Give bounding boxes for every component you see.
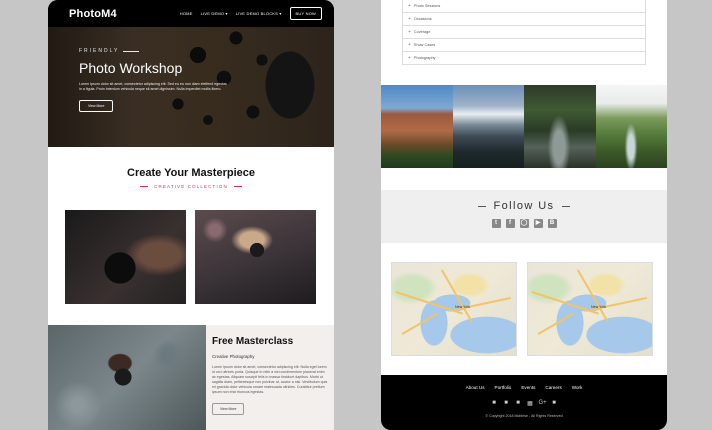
footer-link-work[interactable]: Work <box>572 385 583 390</box>
masterclass-section: Free Masterclass Creative Photography Lo… <box>48 325 334 430</box>
landscape-gallery <box>381 85 667 168</box>
accordion-list: + Photo Sessions + Occasions + Coverage + Sh… <box>402 0 646 65</box>
map-city-label: New York <box>591 305 607 309</box>
hero-text: Lorem ipsum dolor sit amet, consectetur … <box>79 82 227 91</box>
plus-icon: + <box>408 3 411 9</box>
list-item[interactable]: + Coverage <box>403 26 645 39</box>
landscape-red-rocks[interactable] <box>381 85 453 168</box>
list-item[interactable]: + Occasions <box>403 13 645 26</box>
footer: About Us Portfolio Events Careers Work ■… <box>381 375 667 430</box>
landscape-snowy-mountains[interactable] <box>452 85 524 168</box>
twitter-icon[interactable]: ■ <box>491 400 498 407</box>
footer-link-about-us[interactable]: About Us <box>466 385 485 390</box>
google-plus-icon[interactable]: G+ <box>539 400 547 407</box>
site-logo[interactable]: PhotoM4 <box>69 8 117 20</box>
hero-view-more-button[interactable]: View More <box>79 100 114 112</box>
behance-icon[interactable]: ■ <box>551 400 558 407</box>
hero-section: PhotoM4 HOME LIVE DEMO ▾ LIVE DEMO BLOCK… <box>48 0 334 147</box>
youtube-icon[interactable]: ▶ <box>533 219 543 228</box>
page-preview-right: + Photo Sessions + Occasions + Coverage + Sh… <box>381 0 667 430</box>
nav-link-live-demo-blocks[interactable]: LIVE DEMO BLOCKS ▾ <box>236 11 282 16</box>
nav-link-live-demo[interactable]: LIVE DEMO ▾ <box>201 11 228 16</box>
masterclass-image <box>48 325 206 430</box>
map-new-york[interactable]: New York <box>391 262 517 356</box>
buy-now-button[interactable]: BUY NOW <box>289 7 322 20</box>
nav-links: HOME LIVE DEMO ▾ LIVE DEMO BLOCKS ▾ BUY … <box>180 7 322 20</box>
footer-social-icons: ■ ■ ■ ▦ G+ ■ <box>381 400 667 407</box>
section-title: Create Your Masterpiece <box>127 167 255 179</box>
hero-eyebrow: FRIENDLY <box>79 48 229 54</box>
list-item[interactable]: + Show Cases <box>403 39 645 52</box>
copyright-text: © Copyright 2018 Mobirise - All Rights R… <box>485 414 563 418</box>
instagram-icon[interactable]: ◯ <box>519 219 529 228</box>
nav-link-home[interactable]: HOME <box>180 11 193 16</box>
map-city-label: New York <box>455 305 471 309</box>
footer-link-careers[interactable]: Careers <box>545 385 561 390</box>
facebook-icon[interactable]: ■ <box>503 400 510 407</box>
photo-photographer[interactable] <box>195 210 316 304</box>
list-item[interactable]: + Photo Sessions <box>403 0 645 13</box>
hero-copy: FRIENDLY Photo Workshop Lorem ipsum dolo… <box>79 48 229 112</box>
behance-icon[interactable]: B <box>547 219 557 228</box>
page-preview-left: PhotoM4 HOME LIVE DEMO ▾ LIVE DEMO BLOCK… <box>48 0 334 430</box>
plus-icon: + <box>408 42 411 48</box>
landscape-forest-bridge[interactable] <box>524 85 596 168</box>
twitter-icon[interactable]: t <box>491 219 501 228</box>
masterclass-title: Free Masterclass <box>212 336 294 347</box>
plus-icon: + <box>408 29 411 35</box>
follow-us-title: Follow Us <box>381 200 667 212</box>
gallery-photos <box>48 189 334 304</box>
youtube-icon[interactable]: ■ <box>515 400 522 407</box>
instagram-icon[interactable]: ▦ <box>527 400 534 407</box>
plus-icon: + <box>408 16 411 22</box>
follow-us-section: Follow Us t f ◯ ▶ B <box>381 190 667 243</box>
masterclass-subtitle: Creative Photography <box>212 354 255 359</box>
eyebrow-line <box>123 50 140 52</box>
plus-icon: + <box>408 55 411 61</box>
masterpiece-section: Create Your Masterpiece CREATIVE COLLECT… <box>48 147 334 304</box>
hero-title: Photo Workshop <box>79 60 183 76</box>
top-navbar: PhotoM4 HOME LIVE DEMO ▾ LIVE DEMO BLOCK… <box>48 0 334 27</box>
masterclass-body: Free Masterclass Creative Photography Lo… <box>206 325 334 430</box>
landscape-river-valley[interactable] <box>595 85 667 168</box>
footer-link-events[interactable]: Events <box>521 385 535 390</box>
list-item[interactable]: + Photography <box>403 52 645 65</box>
masterclass-view-more-button[interactable]: View More <box>212 403 245 415</box>
masterclass-text: Lorem ipsum dolor sit amet, consectetur … <box>212 365 328 394</box>
map-new-york[interactable]: New York <box>527 262 653 356</box>
facebook-icon[interactable]: f <box>505 219 515 228</box>
photo-camera-closeup[interactable] <box>65 210 186 304</box>
footer-link-portfolio[interactable]: Portfolio <box>495 385 512 390</box>
maps-section: New York New York <box>381 243 667 356</box>
social-icons: t f ◯ ▶ B <box>381 219 667 228</box>
footer-links: About Us Portfolio Events Careers Work <box>381 385 667 390</box>
